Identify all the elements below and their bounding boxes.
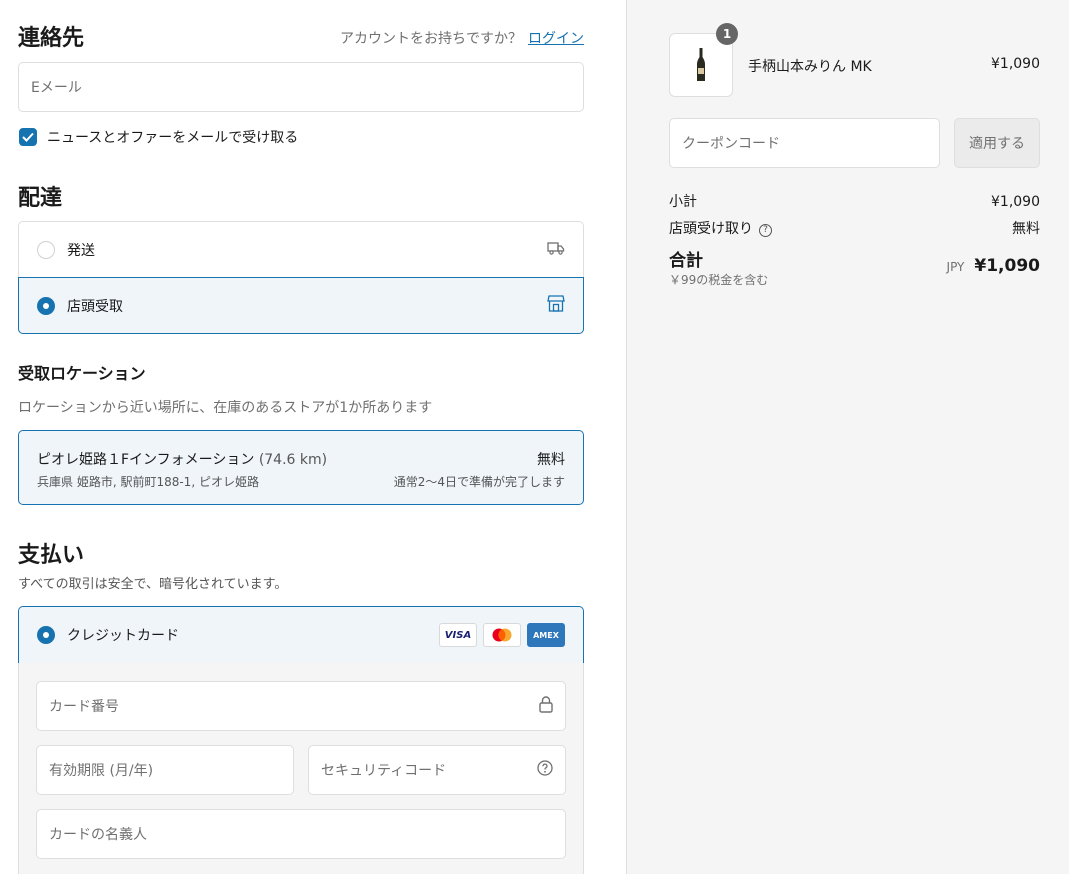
coupon-placeholder: クーポンコード xyxy=(682,133,780,153)
payment-method-credit-card[interactable]: クレジットカード VISA AMEX xyxy=(18,606,584,664)
store-icon xyxy=(547,295,565,316)
bottle-icon xyxy=(696,48,706,82)
login-prompt: アカウントをお持ちですか？ ログイン xyxy=(340,28,584,48)
product-price: ¥1,090 xyxy=(991,56,1040,72)
payment-description: すべての取引は安全で、暗号化されています。 xyxy=(18,573,287,592)
card-brands: VISA AMEX xyxy=(439,623,565,647)
cardholder-name-field[interactable]: カードの名義人 xyxy=(36,809,566,859)
total-amount: JPY ¥1,090 xyxy=(947,256,1040,276)
checkmark-icon xyxy=(22,132,34,142)
location-meta: 無料 通常2〜4日で準備が完了します xyxy=(394,449,565,490)
delivery-option-ship[interactable]: 発送 xyxy=(19,222,583,278)
security-code-placeholder: セキュリティコード xyxy=(321,760,446,780)
credit-card-label: クレジットカード xyxy=(67,625,179,645)
newsletter-label: ニュースとオファーをメールで受け取る xyxy=(47,127,298,147)
has-account-text: アカウントをお持ちですか？ xyxy=(340,31,522,47)
contact-title: 連絡先 xyxy=(18,20,84,52)
pickup-radio[interactable] xyxy=(37,297,55,315)
pickup-description: ロケーションから近い場所に、在庫のあるストアが1か所あります xyxy=(18,397,432,417)
quantity-badge: 1 xyxy=(716,23,738,45)
visa-icon: VISA xyxy=(439,623,477,647)
checkout-form: 連絡先 アカウントをお持ちですか？ ログイン Eメール ニュースとオファーをメール… xyxy=(0,0,626,874)
lock-icon xyxy=(539,696,553,717)
expiry-placeholder: 有効期限 (月/年) xyxy=(49,760,153,780)
help-circle-icon[interactable] xyxy=(537,760,553,780)
pickup-location-card[interactable]: ピオレ姫路１Fインフォメーション (74.6 km) 兵庫県 姫路市, 駅前町1… xyxy=(18,430,584,505)
total-label: 合計 xyxy=(669,246,703,271)
ship-label: 発送 xyxy=(67,240,95,260)
cardholder-name-placeholder: カードの名義人 xyxy=(49,824,147,844)
pickup-fee-row: 店頭受け取り? 無料 xyxy=(669,218,1040,238)
card-number-placeholder: カード番号 xyxy=(49,696,119,716)
subtotal-label: 小計 xyxy=(669,191,697,211)
delivery-options: 発送 店頭受取 xyxy=(18,221,584,334)
security-code-field[interactable]: セキュリティコード xyxy=(308,745,566,795)
product-name: 手柄山本みりん MK xyxy=(748,56,872,76)
delivery-option-pickup[interactable]: 店頭受取 xyxy=(18,277,584,334)
location-price: 無料 xyxy=(394,449,565,469)
email-placeholder: Eメール xyxy=(31,77,82,97)
delivery-title: 配達 xyxy=(18,180,62,212)
pickup-location-title: 受取ロケーション xyxy=(18,360,146,384)
pickup-fee-label: 店頭受け取り xyxy=(669,221,753,237)
amex-icon: AMEX xyxy=(527,623,565,647)
login-link[interactable]: ログイン xyxy=(528,31,584,47)
location-eta: 通常2〜4日で準備が完了します xyxy=(394,473,565,490)
card-details-form: カード番号 有効期限 (月/年) セキュリティコード カードの名義人 xyxy=(18,663,584,874)
ship-radio[interactable] xyxy=(37,241,55,259)
credit-card-radio[interactable] xyxy=(37,626,55,644)
tax-note: ￥99の税金を含む xyxy=(669,271,768,288)
coupon-code-field[interactable]: クーポンコード xyxy=(669,118,940,168)
card-number-field[interactable]: カード番号 xyxy=(36,681,566,731)
currency-code: JPY xyxy=(947,260,965,274)
expiry-field[interactable]: 有効期限 (月/年) xyxy=(36,745,294,795)
pickup-fee-value: 無料 xyxy=(1012,218,1040,238)
email-field[interactable]: Eメール xyxy=(18,62,584,112)
newsletter-checkbox[interactable] xyxy=(19,128,37,146)
subtotal-value: ¥1,090 xyxy=(991,194,1040,210)
truck-icon xyxy=(547,241,565,259)
payment-title: 支払い xyxy=(18,537,84,569)
pickup-label: 店頭受取 xyxy=(67,296,123,316)
location-distance: (74.6 km) xyxy=(259,452,327,468)
help-icon[interactable]: ? xyxy=(759,224,772,237)
mastercard-icon xyxy=(483,623,521,647)
subtotal-row: 小計 ¥1,090 xyxy=(669,191,1040,211)
newsletter-option[interactable]: ニュースとオファーをメールで受け取る xyxy=(19,127,298,147)
location-name: ピオレ姫路１Fインフォメーション xyxy=(37,452,254,468)
apply-coupon-button[interactable]: 適用する xyxy=(954,118,1040,168)
total-value: ¥1,090 xyxy=(974,256,1040,276)
